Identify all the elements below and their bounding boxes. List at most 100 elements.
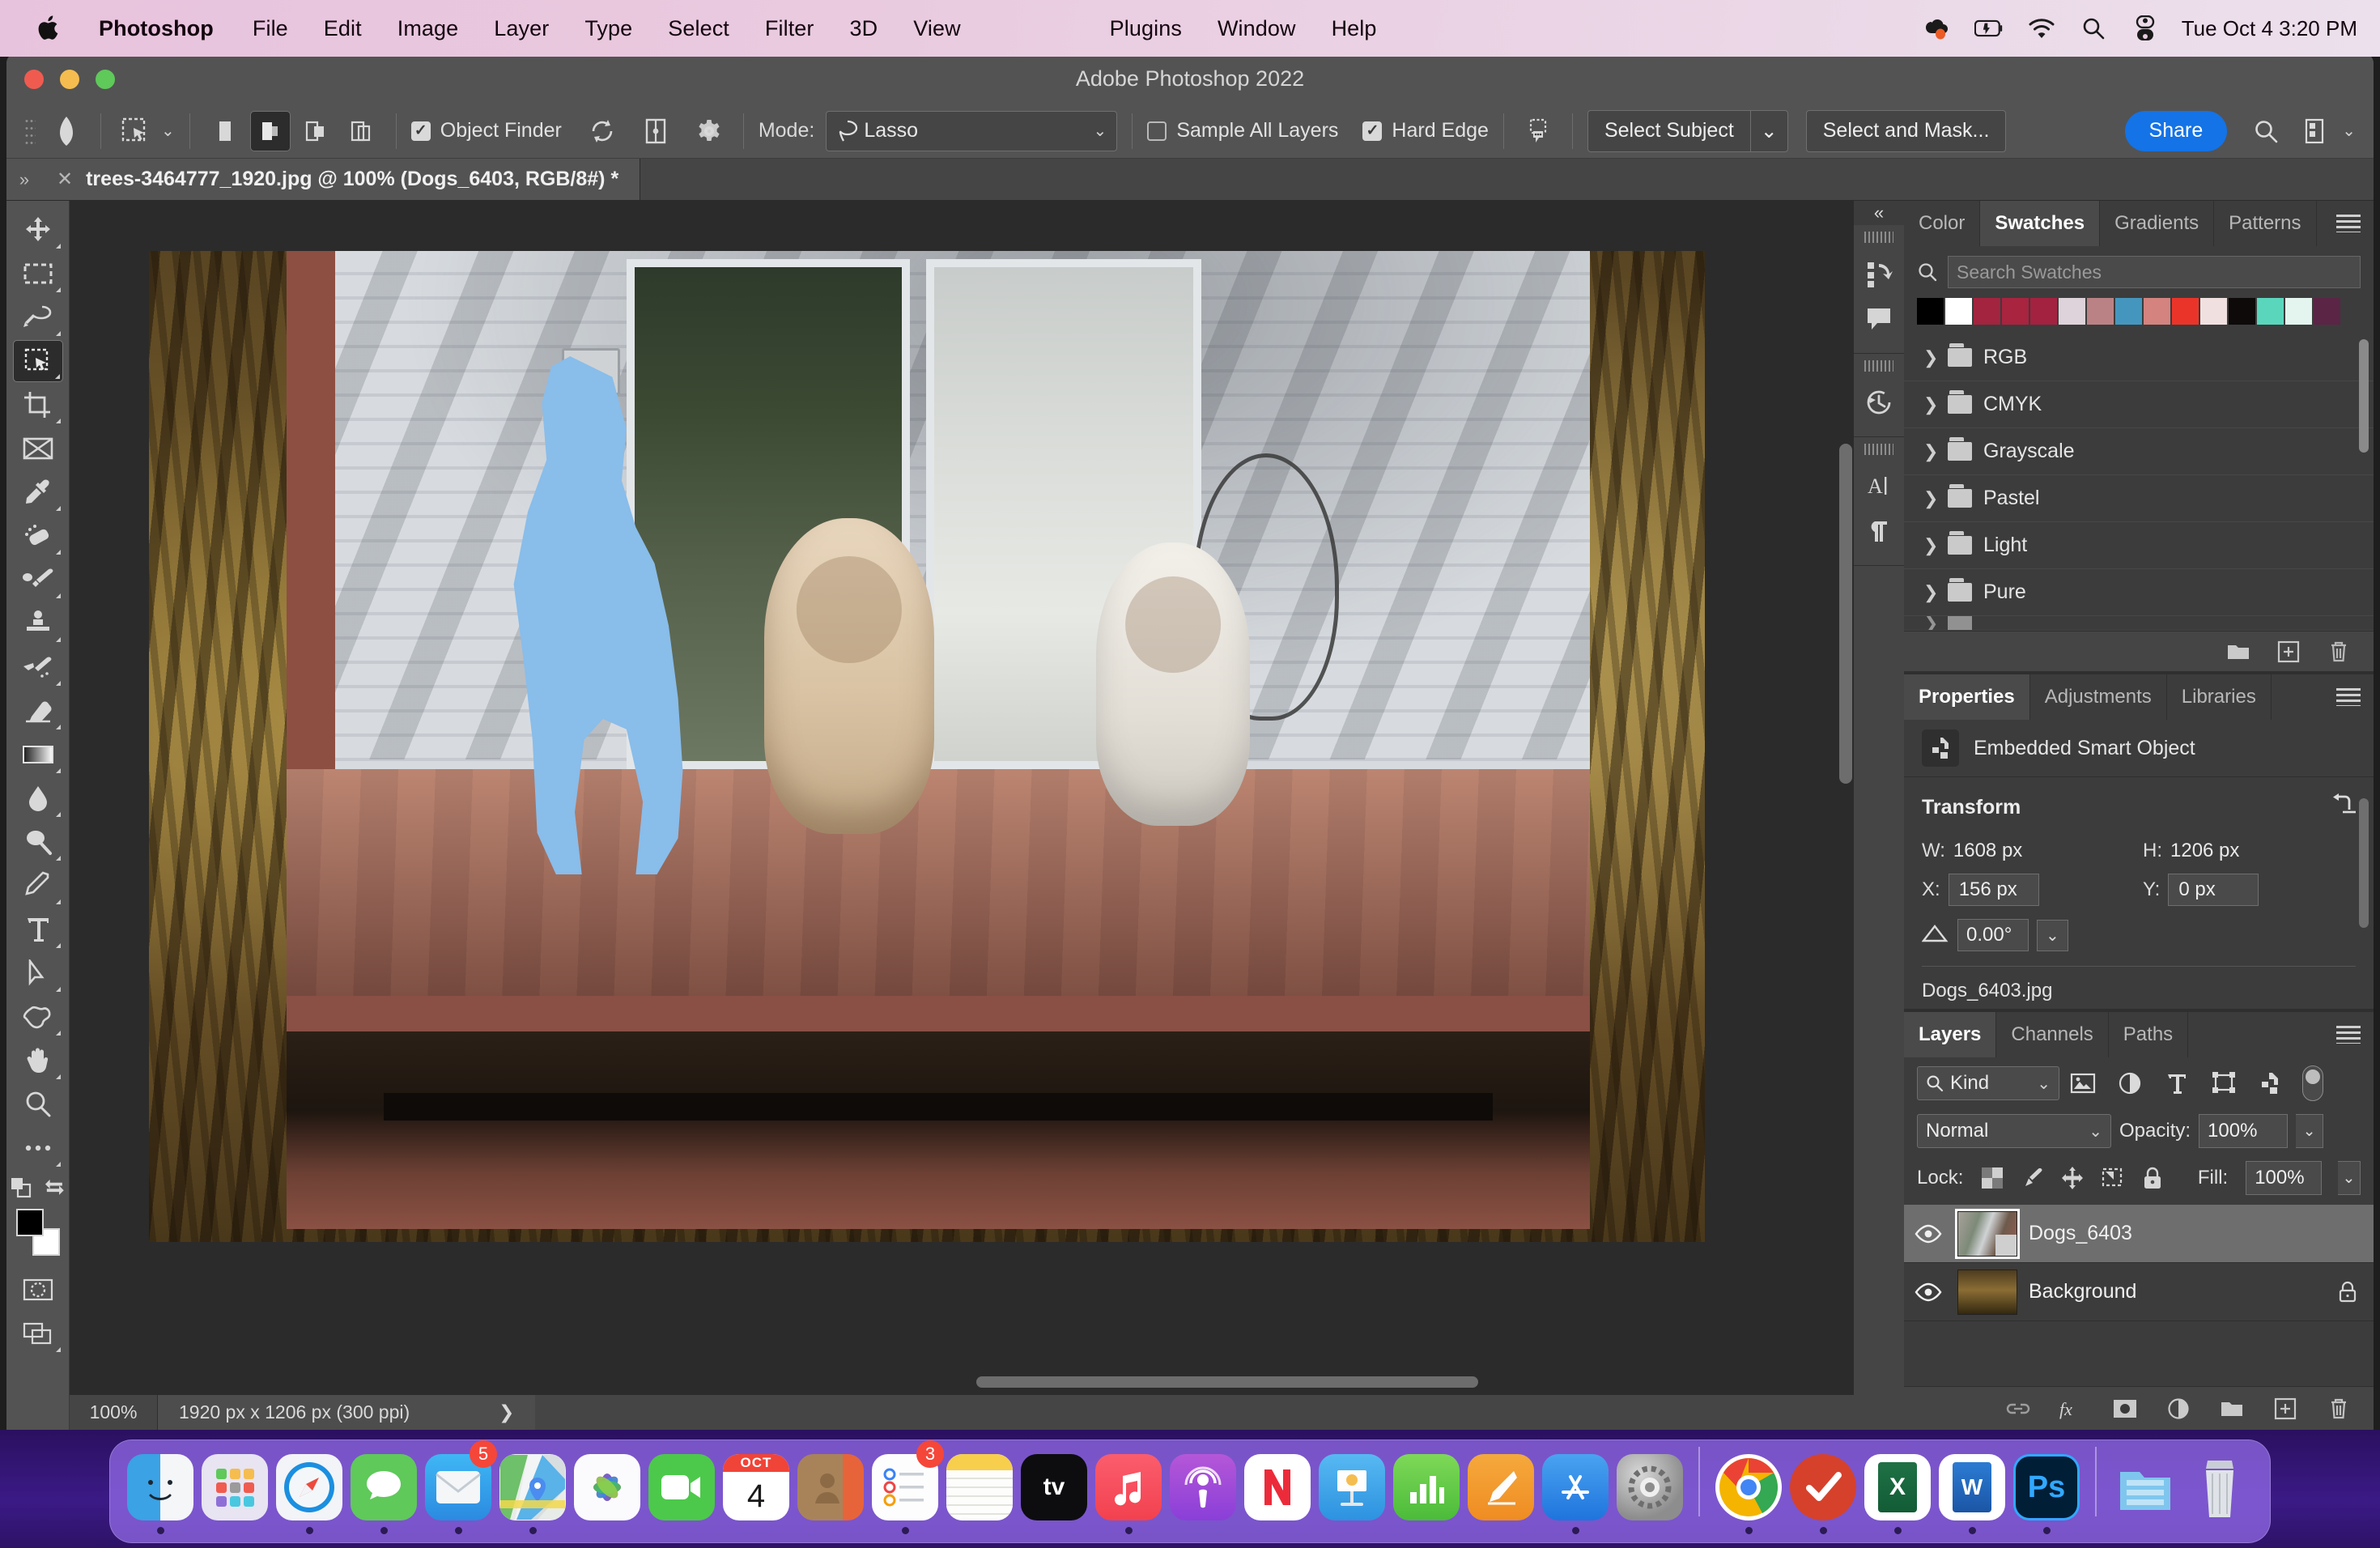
chrome-icon[interactable] [1715,1454,1782,1520]
chevron-down-icon[interactable]: ⌄ [2089,1121,2102,1142]
dock-item-maps[interactable] [495,1444,570,1534]
dock-item-calendar[interactable]: OCT 4 [719,1444,793,1534]
chevron-right-icon[interactable]: ❯ [1923,394,1936,415]
layer-thumbnail[interactable] [1957,1211,2017,1257]
delete-layer-icon[interactable] [2325,1397,2352,1421]
tab-patterns[interactable]: Patterns [2214,201,2316,246]
chevron-right-icon[interactable]: ❯ [1923,535,1936,556]
marquee-icon[interactable] [13,253,63,295]
word-icon[interactable]: W [1939,1454,2005,1520]
quick-mask-mode-icon[interactable] [13,1269,63,1311]
menu-bar-clock[interactable]: Tue Oct 4 3:20 PM [2182,16,2357,41]
swatch-folder-cmyk[interactable]: ❯ CMYK [1904,381,2374,428]
brush-icon[interactable] [13,559,63,601]
dock-item-trash[interactable] [2182,1444,2257,1534]
opacity-chevron-down-icon[interactable]: ⌄ [2296,1114,2323,1148]
reset-transform-icon[interactable] [2328,793,2356,822]
gear-icon[interactable] [690,112,729,151]
notes-panel-icon[interactable] [1857,296,1901,342]
active-tool-icon[interactable] [47,112,86,151]
add-layer-mask-icon[interactable] [2111,1397,2139,1421]
system-preferences-icon[interactable] [1617,1454,1683,1520]
canvas-area[interactable]: 100% 1920 px x 1206 px (300 ppi) ❯ [70,201,1854,1430]
menu-filter[interactable]: Filter [747,16,832,41]
layer-name[interactable]: Dogs_6403 [2029,1222,2374,1245]
new-selection-icon[interactable] [205,111,245,151]
swatch-chip[interactable] [2030,298,2057,325]
filter-pixel-layers-icon[interactable] [2059,1066,2106,1100]
share-button[interactable]: Share [2125,111,2228,151]
actions-panel-icon[interactable] [1857,251,1901,296]
keynote-icon[interactable] [1319,1454,1385,1520]
new-group-icon[interactable] [2218,1397,2246,1421]
menu-file[interactable]: File [235,16,306,41]
link-layers-icon[interactable] [2004,1397,2032,1421]
layer-visibility-eye-icon[interactable] [1910,1282,1946,1302]
filter-enable-toggle[interactable] [2302,1065,2323,1101]
calendar-icon[interactable]: OCT 4 [723,1454,789,1520]
tab-swatches[interactable]: Swatches [1980,201,2100,246]
layer-visibility-eye-icon[interactable] [1910,1224,1946,1244]
collapse-panel-icon[interactable]: » [6,159,42,200]
dock-item-reminders[interactable]: 3 [868,1444,942,1534]
dock-item-facetime[interactable] [644,1444,719,1534]
swatch-folder-partial[interactable]: ❯ [1904,616,2374,631]
sample-all-layers-checkbox[interactable]: Sample All Layers [1147,119,1338,142]
battery-icon[interactable] [1974,13,2005,44]
swatch-folder-light[interactable]: ❯ Light [1904,522,2374,569]
dock-item-podcasts[interactable] [1166,1444,1240,1534]
layer-row-background[interactable]: Background [1904,1263,2374,1321]
select-subject-dropdown-icon[interactable]: ⌄ [1750,110,1788,152]
menu-window[interactable]: Window [1200,16,1314,41]
foreground-background-swatches[interactable] [13,1207,63,1257]
search-icon[interactable] [2246,112,2285,151]
object-selection-tool-icon[interactable] [116,112,155,151]
swatch-chip[interactable] [2059,298,2085,325]
tab-gradients[interactable]: Gradients [2100,201,2214,246]
new-swatch-icon[interactable] [2275,640,2302,664]
x-input[interactable]: 156 px [1949,874,2039,906]
dock-item-apple-tv[interactable]: tv [1017,1444,1091,1534]
gradient-icon[interactable] [13,734,63,776]
artboard[interactable] [149,251,1705,1242]
chevron-right-icon[interactable]: ❯ [1923,441,1936,462]
y-input[interactable]: 0 px [2168,874,2259,906]
menu-layer[interactable]: Layer [476,16,567,41]
tab-properties[interactable]: Properties [1904,674,2030,720]
photos-icon[interactable] [574,1454,640,1520]
options-bar-grip[interactable] [24,117,36,145]
control-center-icon[interactable] [2130,13,2161,44]
document-dimensions-field[interactable]: 1920 px x 1206 px (300 ppi) ❯ [158,1395,535,1431]
minimize-window-button[interactable] [60,70,79,89]
numbers-icon[interactable] [1393,1454,1460,1520]
swatch-chip[interactable] [2314,298,2340,325]
history-brush-icon[interactable] [13,646,63,688]
dock-item-pages[interactable] [1464,1444,1538,1534]
dodge-icon[interactable] [13,821,63,863]
lasso-tool-icon[interactable] [13,296,63,338]
right-dog[interactable] [1096,542,1250,826]
selection-feedback-icon[interactable] [1519,112,1558,151]
healing-brush-icon[interactable] [13,515,63,557]
facetime-icon[interactable] [648,1454,715,1520]
filter-smart-object-layers-icon[interactable] [2247,1066,2294,1100]
collapse-panels-icon[interactable]: « [1854,201,1904,225]
pages-icon[interactable] [1468,1454,1534,1520]
tab-paths[interactable]: Paths [2109,1012,2188,1057]
character-panel-icon[interactable]: A [1857,463,1901,508]
canvas-vertical-scrollbar[interactable] [1839,444,1852,784]
dock-item-news[interactable] [1240,1444,1315,1534]
panel-menu-icon[interactable] [2336,688,2361,706]
zoom-magnifier-icon[interactable] [13,1083,63,1125]
tool-preset-picker[interactable]: ⌄ [116,112,175,151]
dock-item-launchpad[interactable] [198,1444,272,1534]
maps-icon[interactable] [499,1454,566,1520]
dock-item-excel[interactable]: X [1860,1444,1935,1534]
chevron-down-icon[interactable]: ⌄ [1094,121,1107,141]
intersect-selection-icon[interactable] [341,111,381,151]
lock-image-pixels-icon[interactable] [2020,1164,2044,1192]
subtract-from-selection-icon[interactable] [295,111,336,151]
swatch-chip[interactable] [2087,298,2114,325]
dock-item-system-preferences[interactable] [1613,1444,1687,1534]
layer-kind-filter[interactable]: Kind ⌄ [1917,1066,2059,1100]
